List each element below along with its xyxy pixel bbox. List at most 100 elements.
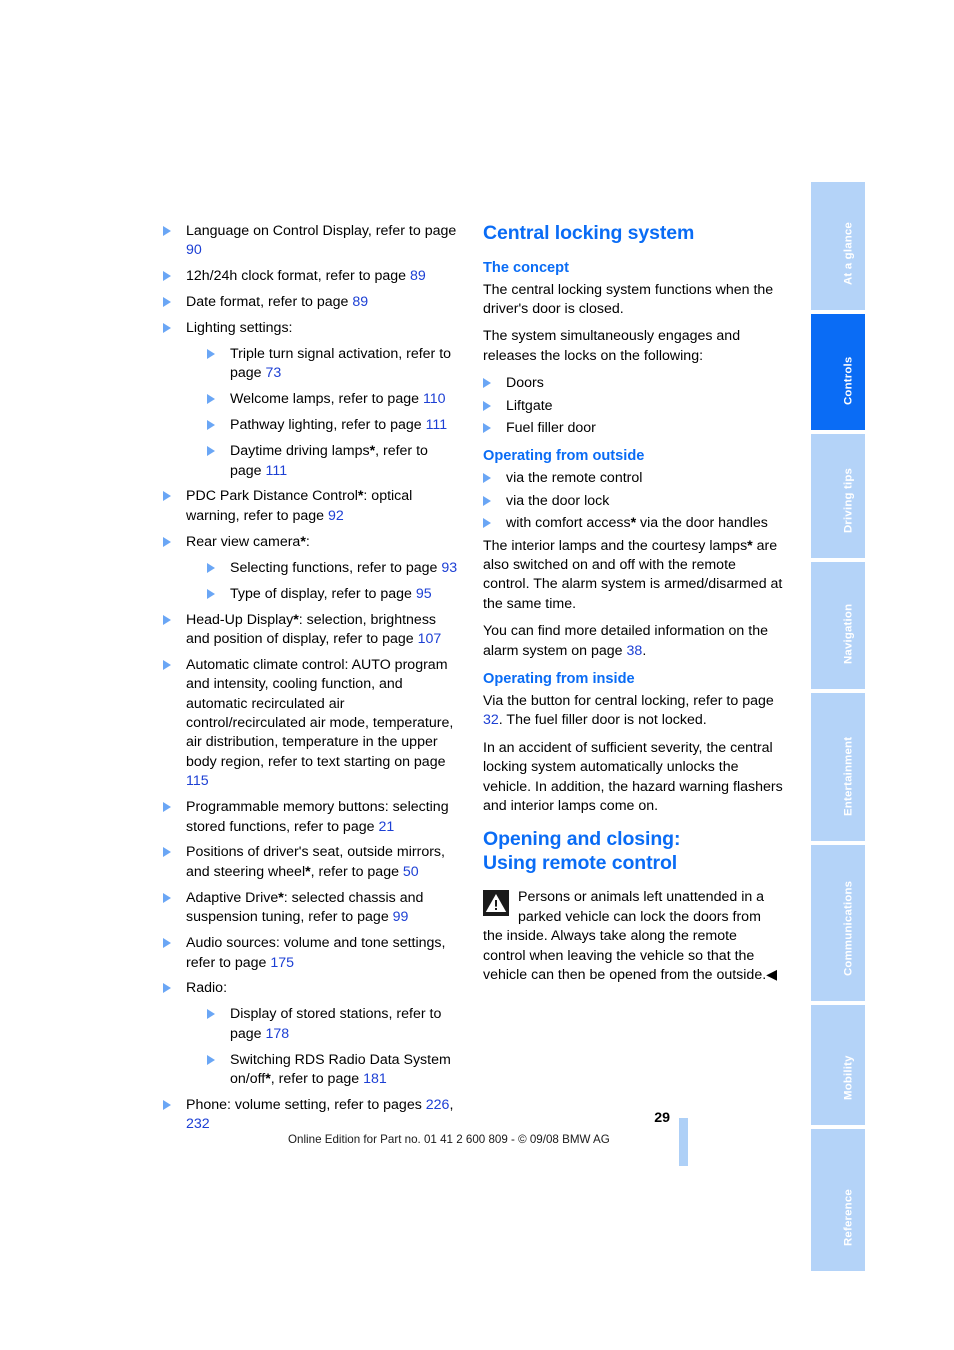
bullet-label: Automatic climate control: AUTO program … — [186, 657, 453, 789]
chapter-tab-entertainment[interactable]: Entertainment — [811, 693, 865, 841]
chapter-tab-controls[interactable]: Controls — [811, 314, 865, 430]
bullet-label: Head-Up Display*: selection, brightness … — [186, 612, 441, 647]
block-operating-from-inside: Operating from inside Via the button for… — [483, 670, 783, 816]
section-title-line-2: Using remote control — [483, 851, 678, 874]
bullet-triangle-icon — [163, 982, 173, 994]
bullet-triangle-icon — [163, 614, 173, 626]
warning-end-mark: ◀ — [766, 967, 778, 984]
concept-paragraph-1: The central locking system functions whe… — [483, 281, 774, 317]
page-reference-link[interactable]: 115 — [186, 773, 209, 789]
page-reference-link[interactable]: 93 — [441, 560, 457, 576]
text-run: You can find more detailed information o… — [483, 623, 768, 659]
bullet-label: Phone: volume setting, refer to pages 22… — [186, 1097, 453, 1132]
page-reference-link[interactable]: 111 — [426, 417, 448, 433]
bullet-triangle-icon — [207, 1008, 217, 1020]
bullet-label: Language on Control Display, refer to pa… — [186, 223, 456, 258]
left-text-column: Language on Control Display, refer to pa… — [163, 222, 459, 1141]
bullet-label: Programmable memory buttons: selecting s… — [186, 799, 449, 834]
chapter-tab-communications[interactable]: Communications — [811, 845, 865, 1001]
text-run: Fuel filler door — [506, 419, 596, 436]
bullet-item: Programmable memory buttons: selecting s… — [163, 798, 459, 837]
bullet-triangle-icon — [163, 846, 173, 858]
page-reference-link[interactable]: 95 — [416, 586, 432, 602]
page-reference-link[interactable]: 89 — [352, 294, 368, 310]
text-run: Automatic climate control: AUTO program … — [186, 656, 454, 770]
page-number: 29 — [654, 1110, 670, 1126]
bullet-label: Triple turn signal activation, refer to … — [230, 346, 451, 381]
nested-bullet-list: Display of stored stations, refer to pag… — [186, 1005, 459, 1089]
bullet-triangle-icon — [163, 1099, 173, 1111]
page-reference-link[interactable]: 32 — [483, 712, 499, 728]
chapter-tab-navigation[interactable]: Navigation — [811, 562, 865, 689]
bullet-label: Positions of driver's seat, outside mirr… — [186, 844, 445, 879]
bullet-item: Date format, refer to page 89 — [163, 293, 459, 312]
text-run: Rear view camera — [186, 533, 301, 550]
bullet-item: Language on Control Display, refer to pa… — [163, 222, 459, 261]
page-reference-link[interactable]: 178 — [266, 1026, 290, 1042]
chapter-tab-strip[interactable]: At a glance Controls Driving tips Navigatio… — [811, 182, 865, 1271]
bullet-triangle-icon — [207, 419, 217, 431]
bullet-item: Display of stored stations, refer to pag… — [207, 1005, 459, 1044]
text-run: Pathway lighting, refer to page — [230, 417, 426, 434]
page-reference-link[interactable]: 73 — [266, 365, 282, 381]
bullet-item: Phone: volume setting, refer to pages 22… — [163, 1096, 459, 1135]
bullet-item: Fuel filler door — [483, 419, 783, 438]
bullet-item: Liftgate — [483, 397, 783, 416]
bullet-label: Doors — [506, 375, 544, 391]
bullet-label: Date format, refer to page 89 — [186, 294, 368, 310]
bullet-label: Lighting settings: — [186, 320, 292, 336]
bullet-item: Type of display, refer to page 95 — [207, 585, 459, 604]
bullet-item: Welcome lamps, refer to page 110 — [207, 390, 459, 409]
chapter-tab-reference[interactable]: Reference — [811, 1129, 865, 1271]
page-reference-link[interactable]: 111 — [266, 463, 288, 479]
page-reference-link[interactable]: 181 — [363, 1071, 387, 1087]
bullet-label: Fuel filler door — [506, 420, 596, 436]
bullet-label: Radio: — [186, 980, 227, 996]
bullet-item: Pathway lighting, refer to page 111 — [207, 416, 459, 435]
chapter-tab-mobility[interactable]: Mobility — [811, 1005, 865, 1125]
warning-note: Persons or animals left unattended in a … — [483, 888, 783, 985]
bullet-label: Rear view camera*: — [186, 534, 310, 550]
bullet-triangle-icon — [483, 472, 493, 484]
bullet-triangle-icon — [483, 377, 493, 389]
page-reference-link[interactable]: 21 — [378, 819, 394, 835]
bullet-item: via the remote control — [483, 469, 783, 488]
bullet-label: PDC Park Distance Control*: optical warn… — [186, 488, 412, 523]
bullet-triangle-icon — [163, 490, 173, 502]
page-reference-link[interactable]: 38 — [627, 643, 643, 659]
text-run: Phone: volume setting, refer to pages — [186, 1096, 426, 1113]
bullet-label: Switching RDS Radio Data System on/off*,… — [230, 1052, 451, 1087]
section-title-line-1: Opening and closing: — [483, 828, 681, 851]
text-run: via the remote control — [506, 470, 643, 487]
page-reference-link[interactable]: 232 — [186, 1116, 210, 1132]
bullet-triangle-icon — [483, 400, 493, 412]
page-reference-link[interactable]: 50 — [403, 864, 419, 880]
page-reference-link[interactable]: 175 — [270, 955, 294, 971]
page-reference-link[interactable]: 99 — [393, 909, 409, 925]
bullet-item: Positions of driver's seat, outside mirr… — [163, 843, 459, 882]
page-reference-link[interactable]: 89 — [410, 268, 426, 284]
chapter-tab-at-a-glance[interactable]: At a glance — [811, 182, 865, 310]
page-reference-link[interactable]: 92 — [328, 508, 344, 524]
page-reference-link[interactable]: 226 — [426, 1097, 450, 1113]
text-run: , refer to page — [270, 1071, 364, 1088]
bullet-label: with comfort access* via the door handle… — [506, 515, 768, 531]
page-reference-link[interactable]: 107 — [418, 631, 442, 647]
block-using-remote-control: Opening and closing: Using remote contro… — [483, 828, 783, 985]
text-run: , — [449, 1096, 454, 1113]
bullet-triangle-icon — [163, 937, 173, 949]
chapter-tab-label: Communications — [842, 880, 855, 976]
warning-triangle-icon — [483, 890, 509, 917]
bullet-triangle-icon — [163, 270, 173, 282]
bullet-label: Liftgate — [506, 398, 553, 414]
bullet-triangle-icon — [163, 536, 173, 548]
text-run: Head-Up Display — [186, 611, 294, 628]
page-reference-link[interactable]: 110 — [423, 391, 446, 407]
chapter-tab-label: Reference — [842, 1188, 855, 1246]
text-run: Radio: — [186, 980, 228, 997]
chapter-tab-driving-tips[interactable]: Driving tips — [811, 434, 865, 558]
bullet-item: Rear view camera*: Selecting functions, r… — [163, 533, 459, 604]
page-reference-link[interactable]: 90 — [186, 242, 202, 258]
text-run: : — [305, 533, 310, 550]
text-run: Daytime driving lamps — [230, 443, 370, 460]
